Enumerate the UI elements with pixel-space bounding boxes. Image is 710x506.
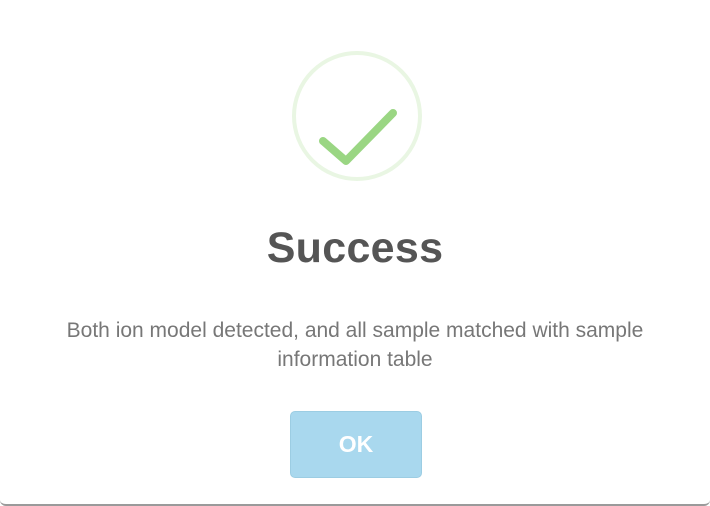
ok-button[interactable]: OK — [290, 411, 422, 478]
dialog-message: Both ion model detected, and all sample … — [66, 319, 644, 371]
dialog-title: Success — [266, 224, 444, 272]
checkmark-circle-icon — [292, 51, 422, 181]
success-dialog: Success Both ion model detected, and all… — [0, 0, 710, 506]
